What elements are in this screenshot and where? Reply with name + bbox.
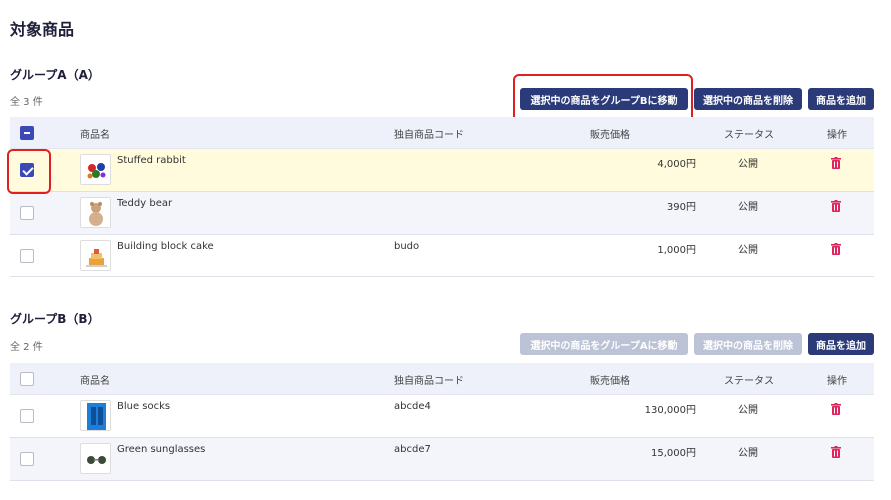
product-status: 公開 <box>738 448 758 459</box>
delete-selected-a-button[interactable]: 選択中の商品を削除 <box>694 88 802 110</box>
product-name: Building block cake <box>117 241 214 252</box>
product-price: 1,000円 <box>657 245 696 256</box>
table-row[interactable]: Stuffed rabbit 4,000円 公開 <box>10 149 874 192</box>
col-status-header: ステータス <box>724 130 774 141</box>
product-name: Green sunglasses <box>117 444 206 455</box>
product-code: abcde4 <box>394 401 431 412</box>
table-row[interactable]: Green sunglasses abcde7 15,000円 公開 <box>10 438 874 481</box>
product-price: 4,000円 <box>657 159 696 170</box>
group-b-count: 全 2 件 <box>10 342 43 353</box>
page-title: 対象商品 <box>10 20 75 39</box>
product-code: budo <box>394 241 420 252</box>
product-price: 15,000円 <box>651 448 696 459</box>
group-b-title: グループB（B） <box>10 312 100 326</box>
col-action-header: 操作 <box>827 130 847 141</box>
product-thumbnail <box>80 154 111 185</box>
table-header: 商品名 独自商品コード 販売価格 ステータス 操作 <box>10 117 874 149</box>
trash-icon[interactable] <box>831 403 841 415</box>
move-to-group-a-button[interactable]: 選択中の商品をグループAに移動 <box>520 333 688 355</box>
table-row[interactable]: Blue socks abcde4 130,000円 公開 <box>10 395 874 438</box>
product-price: 130,000円 <box>644 405 696 416</box>
row-checkbox[interactable] <box>20 206 34 220</box>
table-row[interactable]: Teddy bear 390円 公開 <box>10 192 874 235</box>
table-header: 商品名 独自商品コード 販売価格 ステータス 操作 <box>10 363 874 395</box>
trash-icon[interactable] <box>831 446 841 458</box>
highlight-row-checkbox <box>7 149 51 194</box>
group-a-count: 全 3 件 <box>10 97 43 108</box>
product-name: Teddy bear <box>117 198 173 209</box>
select-all-a-checkbox[interactable] <box>20 126 34 140</box>
trash-icon[interactable] <box>831 200 841 212</box>
delete-selected-b-button[interactable]: 選択中の商品を削除 <box>694 333 802 355</box>
add-product-a-button[interactable]: 商品を追加 <box>808 88 874 110</box>
product-thumbnail <box>80 400 111 431</box>
trash-icon[interactable] <box>831 157 841 169</box>
col-name-header: 商品名 <box>80 130 110 141</box>
row-checkbox[interactable] <box>20 409 34 423</box>
product-status: 公開 <box>738 159 758 170</box>
product-status: 公開 <box>738 202 758 213</box>
product-code: abcde7 <box>394 444 431 455</box>
product-name: Stuffed rabbit <box>117 155 186 166</box>
product-thumbnail <box>80 443 111 474</box>
trash-icon[interactable] <box>831 243 841 255</box>
row-checkbox[interactable] <box>20 452 34 466</box>
col-code-header: 独自商品コード <box>394 376 464 387</box>
group-a-table: 商品名 独自商品コード 販売価格 ステータス 操作 Stuffed rabbit… <box>10 117 874 277</box>
col-name-header: 商品名 <box>80 376 110 387</box>
table-row[interactable]: Building block cake budo 1,000円 公開 <box>10 235 874 277</box>
product-thumbnail <box>80 197 111 228</box>
product-status: 公開 <box>738 245 758 256</box>
col-price-header: 販売価格 <box>590 376 630 387</box>
product-thumbnail <box>80 240 111 271</box>
product-name: Blue socks <box>117 401 171 412</box>
group-a-title: グループA（A） <box>10 68 100 82</box>
select-all-b-checkbox[interactable] <box>20 372 34 386</box>
col-code-header: 独自商品コード <box>394 130 464 141</box>
col-status-header: ステータス <box>724 376 774 387</box>
col-price-header: 販売価格 <box>590 130 630 141</box>
product-price: 390円 <box>666 202 696 213</box>
group-b-table: 商品名 独自商品コード 販売価格 ステータス 操作 Blue socks abc… <box>10 363 874 481</box>
product-status: 公開 <box>738 405 758 416</box>
add-product-b-button[interactable]: 商品を追加 <box>808 333 874 355</box>
col-action-header: 操作 <box>827 376 847 387</box>
row-checkbox[interactable] <box>20 249 34 263</box>
